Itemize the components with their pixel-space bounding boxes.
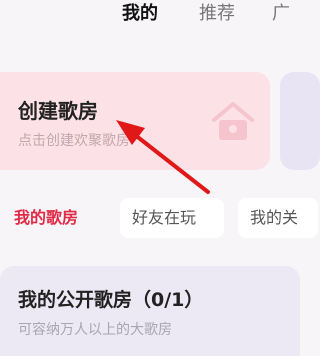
top-tab-bar: 我的 推荐 广: [0, 0, 300, 40]
public-rooms-card[interactable]: 我的公开歌房（0/1） 可容纳万人以上的大歌房: [0, 266, 300, 356]
public-rooms-subtitle: 可容纳万人以上的大歌房: [18, 322, 172, 338]
create-room-card[interactable]: 创建歌房 点击创建欢聚歌房: [0, 72, 270, 170]
chip-friends-playing[interactable]: 好友在玩: [120, 198, 224, 238]
tab-recommend[interactable]: 推荐: [199, 2, 235, 26]
chip-my-follows[interactable]: 我的关: [238, 198, 318, 238]
next-card-peek[interactable]: [280, 72, 320, 170]
create-room-subtitle: 点击创建欢聚歌房: [18, 133, 130, 149]
filter-chips: 我的歌房 好友在玩 我的关: [0, 198, 318, 242]
create-room-title: 创建歌房: [18, 99, 98, 123]
public-rooms-title: 我的公开歌房（0/1）: [18, 289, 204, 311]
tab-mine[interactable]: 我的: [122, 2, 158, 26]
house-icon: [212, 102, 254, 140]
chip-my-rooms[interactable]: 我的歌房: [2, 198, 90, 238]
tab-square[interactable]: 广: [272, 2, 290, 26]
